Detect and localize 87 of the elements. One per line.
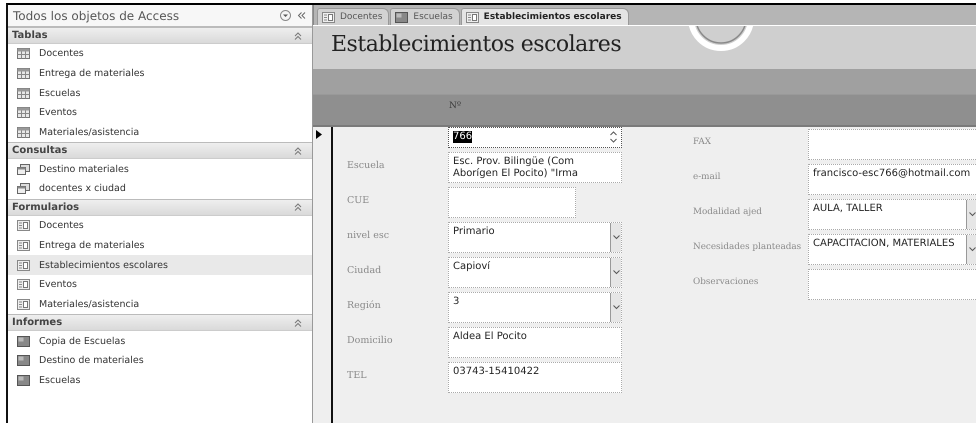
combo-box[interactable]: AULA, TALLER — [808, 199, 976, 230]
field-label: Ciudad — [346, 264, 382, 276]
tab[interactable]: Docentes — [317, 8, 390, 25]
collapse-icon[interactable] — [294, 32, 302, 40]
table-icon — [17, 127, 30, 138]
form-icon — [17, 240, 30, 251]
form-title: Establecimientos escolares — [331, 32, 622, 57]
record-selector[interactable] — [313, 127, 333, 423]
form-icon — [17, 220, 30, 232]
nav-item[interactable]: Escuelas — [8, 83, 312, 104]
field-label: Necesidades planteadas — [692, 241, 802, 252]
nav-item[interactable]: Docentes — [8, 44, 312, 64]
field-label: Domicilio — [346, 334, 394, 346]
collapse-icon[interactable] — [294, 146, 302, 155]
form-icon — [17, 260, 30, 271]
form-icon — [17, 298, 30, 310]
collapse-icon[interactable] — [294, 203, 302, 212]
chevron-down-icon — [612, 305, 620, 310]
nav-item[interactable]: Entrega de materiales — [8, 64, 312, 84]
nav-pane-title[interactable]: Todos los objetos de Access — [13, 8, 274, 22]
combo-box[interactable]: 3 — [448, 292, 622, 323]
table-icon — [17, 68, 30, 80]
combo-box[interactable]: CAPACITACION, MATERIALES — [808, 234, 976, 265]
field-label: Región — [346, 299, 382, 311]
text-field[interactable]: Esc. Prov. Bilingüe (Com Aborígen El Pocito) "Irma — [448, 152, 622, 183]
nav-item[interactable]: Copia de Escuelas — [8, 331, 312, 351]
group-header[interactable]: Tablas — [8, 27, 312, 44]
chevron-down-icon — [968, 212, 976, 217]
chevron-down-icon — [612, 235, 620, 240]
nav-item[interactable]: Destino materiales — [8, 159, 312, 180]
form-icon — [466, 12, 479, 22]
nav-item[interactable]: Docentes — [8, 216, 312, 236]
field-label: nivel esc — [346, 229, 390, 241]
dropdown-button[interactable] — [966, 235, 976, 264]
nav-item[interactable]: Destino de materiales — [8, 350, 312, 371]
current-record-icon — [316, 130, 322, 139]
field-label: Nº — [449, 101, 462, 111]
report-icon — [395, 12, 408, 22]
nav-item[interactable]: Establecimientos escolares — [8, 255, 312, 275]
field-label: CUE — [346, 194, 370, 206]
text-field[interactable]: Aldea El Pocito — [448, 327, 622, 358]
group-header[interactable]: Informes — [8, 314, 312, 332]
table-icon — [17, 107, 30, 118]
chevron-down-icon — [968, 247, 976, 252]
table-icon — [17, 48, 30, 60]
text-field[interactable]: 03743-15410422 — [448, 362, 622, 393]
nav-item[interactable]: Materiales/asistencia — [8, 122, 312, 142]
dropdown-button[interactable] — [966, 200, 976, 229]
query-icon — [17, 183, 30, 194]
spinner-icon[interactable] — [610, 131, 617, 143]
text-field[interactable]: francisco-esc766@hotmail.com — [808, 164, 976, 195]
collapse-icon[interactable] — [294, 318, 302, 327]
text-field[interactable] — [808, 269, 976, 300]
field-label: TEL — [346, 369, 368, 381]
tab[interactable]: Escuelas — [390, 8, 460, 25]
form-icon — [17, 279, 30, 290]
text-field[interactable] — [448, 187, 576, 218]
field-label: Modalidad ajed — [692, 206, 763, 217]
combo-box[interactable]: Capioví — [448, 257, 622, 288]
tab[interactable]: Establecimientos escolares — [460, 8, 629, 25]
nav-item[interactable]: Eventos — [8, 103, 312, 123]
field-label: FAX — [692, 136, 712, 147]
field-label: Observaciones — [692, 276, 760, 287]
nav-item[interactable]: Escuelas — [8, 370, 312, 390]
report-icon — [17, 355, 30, 366]
group-header[interactable]: Formularios — [8, 198, 312, 216]
nav-item[interactable]: Materiales/asistencia — [8, 294, 312, 314]
text-field[interactable] — [808, 129, 976, 160]
dropdown-icon[interactable] — [280, 10, 291, 21]
dropdown-button[interactable] — [610, 258, 621, 287]
nav-item[interactable]: Eventos — [8, 274, 312, 295]
field-label: e-mail — [692, 171, 722, 182]
nav-item[interactable]: docentes x ciudad — [8, 179, 312, 199]
report-icon — [17, 336, 30, 347]
report-icon — [17, 374, 30, 386]
group-header[interactable]: Consultas — [8, 142, 312, 160]
table-icon — [17, 88, 30, 99]
form-icon — [322, 12, 335, 22]
nav-item[interactable]: Entrega de materiales — [8, 236, 312, 256]
combo-box[interactable]: Primario — [448, 222, 622, 253]
chevron-down-icon — [612, 270, 620, 275]
dropdown-button[interactable] — [610, 293, 621, 322]
field-label: Escuela — [346, 159, 386, 171]
dropdown-button[interactable] — [610, 223, 621, 252]
query-icon — [17, 164, 30, 175]
text-field[interactable]: 766 — [448, 127, 622, 148]
collapse-pane-icon[interactable] — [297, 11, 306, 20]
